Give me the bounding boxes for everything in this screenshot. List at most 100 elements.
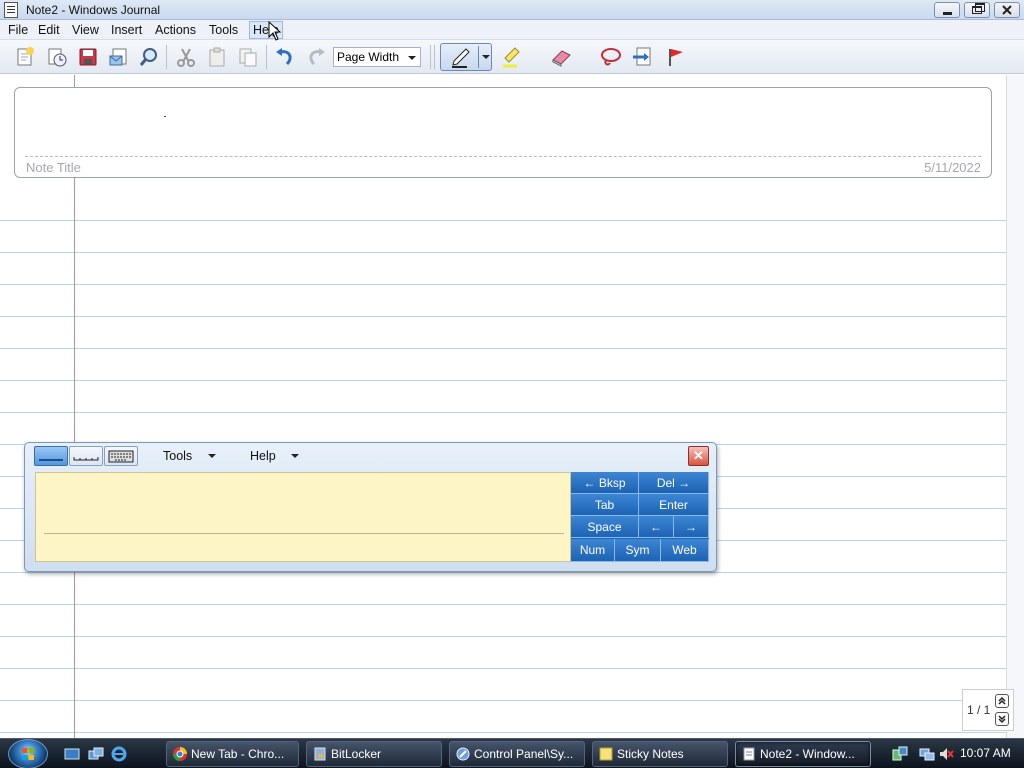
pen-button[interactable]: [440, 43, 492, 71]
undo-icon[interactable]: [274, 46, 296, 68]
internet-explorer-icon[interactable]: [111, 746, 127, 762]
pen-dropdown-arrow[interactable]: [482, 55, 490, 59]
clock[interactable]: 10:07 AM: [960, 746, 1011, 760]
ink-stroke: [164, 116, 166, 117]
right-arrow-key[interactable]: →: [674, 516, 709, 538]
redo-icon[interactable]: [305, 46, 327, 68]
tools-menu-arrow[interactable]: [208, 454, 216, 458]
next-page-button[interactable]: [995, 712, 1009, 726]
taskbar-button-label: Note2 - Window...: [760, 747, 855, 761]
control-panel-icon: [456, 747, 470, 761]
mouse-cursor-icon: [268, 21, 282, 41]
num-key[interactable]: Num: [571, 539, 615, 562]
lasso-select-icon[interactable]: [600, 46, 622, 68]
zoom-select[interactable]: Page Width: [333, 47, 421, 67]
toolbar-separator: [166, 45, 167, 69]
taskbar-button-chrome[interactable]: New Tab - Chro...: [166, 741, 299, 767]
minimize-button[interactable]: [934, 2, 960, 18]
tools-menu-label: Tools: [163, 449, 193, 463]
note-title-placeholder: Note Title: [26, 160, 81, 175]
menu-actions[interactable]: Actions: [155, 23, 196, 37]
tablet-input-icon[interactable]: [892, 746, 908, 762]
taskbar-button-control-panel[interactable]: Control Panel\Sy...: [449, 741, 585, 767]
note-title-area[interactable]: Note Title 5/11/2022: [14, 87, 992, 178]
taskbar-button-label: Sticky Notes: [617, 747, 684, 761]
cut-icon[interactable]: [175, 46, 197, 68]
switch-windows-icon[interactable]: [88, 746, 104, 762]
enter-key[interactable]: Enter: [639, 494, 709, 516]
chevron-down-icon: [998, 715, 1006, 724]
close-icon: [1002, 5, 1012, 15]
taskbar-button-sticky-notes[interactable]: Sticky Notes: [592, 741, 728, 767]
character-pad-icon: [73, 457, 99, 461]
taskbar-button-journal[interactable]: Note2 - Window...: [735, 741, 871, 767]
backspace-key[interactable]: ← Bksp: [571, 472, 639, 494]
note-date: 5/11/2022: [924, 160, 981, 175]
chevron-up-icon: [998, 696, 1006, 705]
find-icon[interactable]: [138, 46, 160, 68]
tab-key[interactable]: Tab: [571, 494, 639, 516]
chrome-icon: [173, 747, 187, 761]
volume-muted-icon[interactable]: [938, 746, 954, 762]
menu-insert[interactable]: Insert: [111, 23, 142, 37]
journal-app-icon[interactable]: [4, 2, 18, 18]
web-key[interactable]: Web: [661, 539, 709, 562]
toolbar-separator: [434, 45, 435, 69]
writing-baseline: [44, 533, 564, 534]
copy-icon[interactable]: [237, 46, 259, 68]
close-icon: ✕: [693, 448, 704, 463]
keyboard-mode-button[interactable]: [104, 446, 138, 466]
menu-file[interactable]: File: [8, 23, 28, 37]
flag-icon[interactable]: [665, 46, 687, 68]
scroll-gutter[interactable]: [1006, 75, 1024, 738]
writing-pad-mode-button[interactable]: [34, 446, 68, 466]
sticky-notes-icon: [599, 747, 613, 761]
eraser-icon[interactable]: [550, 46, 572, 68]
space-key[interactable]: Space: [571, 516, 639, 538]
start-button[interactable]: [8, 739, 48, 768]
pen-icon: [452, 48, 470, 68]
restore-icon: [972, 3, 985, 14]
delete-key[interactable]: Del →: [639, 472, 709, 494]
chevron-down-icon: [408, 56, 416, 60]
keyboard-icon: [108, 450, 134, 463]
character-pad-mode-button[interactable]: [69, 446, 103, 466]
new-note-icon[interactable]: [14, 46, 36, 68]
previous-page-button[interactable]: [995, 694, 1009, 708]
input-panel-help-menu[interactable]: Help: [250, 449, 276, 463]
input-panel-close-button[interactable]: ✕: [688, 446, 709, 466]
show-desktop-icon[interactable]: [64, 746, 80, 762]
insert-space-icon[interactable]: [631, 46, 653, 68]
taskbar-button-label: Control Panel\Sy...: [474, 747, 574, 761]
journal-icon: [743, 747, 755, 761]
sym-key[interactable]: Sym: [615, 539, 661, 562]
bitlocker-icon: [314, 747, 326, 761]
highlighter-icon[interactable]: [500, 46, 522, 68]
paste-icon[interactable]: [206, 46, 228, 68]
help-menu-arrow[interactable]: [291, 454, 299, 458]
menu-edit[interactable]: Edit: [38, 23, 60, 37]
maximize-button[interactable]: [964, 2, 990, 18]
left-arrow-key[interactable]: ←: [639, 516, 674, 538]
toolbar: [0, 40, 1024, 98]
taskbar-button-bitlocker[interactable]: BitLocker: [306, 741, 442, 767]
title-bar[interactable]: Note2 - Windows Journal: [0, 0, 1024, 20]
input-panel[interactable]: Tools Help ✕ ← Bksp Del → Tab Enter Spac…: [24, 442, 717, 572]
open-recent-icon[interactable]: [46, 46, 68, 68]
input-panel-keypad: ← Bksp Del → Tab Enter Space ← → Num Sym…: [571, 472, 709, 562]
send-email-icon[interactable]: [108, 46, 130, 68]
minimize-icon: [942, 11, 952, 15]
page-indicator: 1 / 1: [962, 689, 1014, 731]
toolbar-separator: [266, 45, 267, 69]
writing-pad[interactable]: [35, 472, 571, 562]
network-icon[interactable]: [919, 746, 935, 762]
pen-button-divider: [478, 46, 479, 68]
help-menu-label: Help: [250, 449, 276, 463]
menu-view[interactable]: View: [72, 23, 99, 37]
close-button[interactable]: [994, 2, 1020, 18]
input-panel-tools-menu[interactable]: Tools: [163, 449, 192, 463]
note-page[interactable]: Note Title 5/11/2022 1 / 1: [0, 75, 1024, 738]
menu-tools[interactable]: Tools: [209, 23, 238, 37]
window-title: Note2 - Windows Journal: [26, 3, 161, 17]
save-icon[interactable]: [77, 46, 99, 68]
